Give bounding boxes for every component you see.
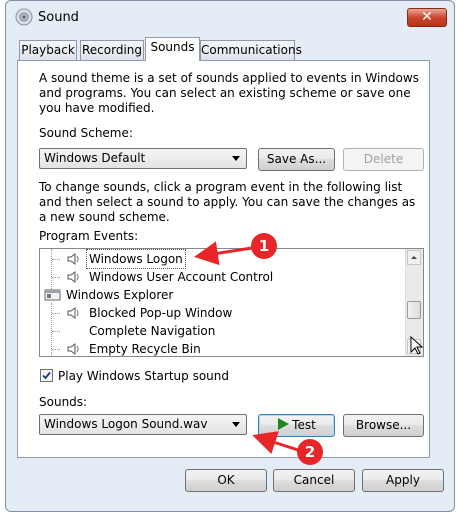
event-label: Windows Explorer [66,288,174,302]
startup-sound-checkbox[interactable] [40,369,53,382]
button-label: OK [217,473,235,487]
title-bar[interactable]: Sound ✕ [6,1,454,35]
apply-button[interactable]: Apply [362,469,444,492]
browse-button[interactable]: Browse... [343,414,424,437]
close-icon: ✕ [421,9,433,25]
sounds-label: Sounds: [39,395,88,409]
event-label: Complete Navigation [89,324,216,338]
list-item[interactable]: Empty Recycle Bin [40,340,400,356]
checkmark-icon [42,371,51,380]
speaker-icon [67,253,79,265]
dropdown-value: Windows Default [44,151,146,165]
list-item[interactable]: Windows Explorer [40,286,400,304]
annotation-badge-2: 2 [297,439,323,465]
button-label: Apply [386,473,420,487]
tab-label: Sounds [150,40,195,54]
ok-button[interactable]: OK [185,469,267,492]
speaker-icon [67,307,79,319]
tree-line [52,349,60,350]
tree-line [52,313,60,314]
chevron-down-icon [232,422,240,427]
mouse-cursor-icon [410,336,424,355]
sound-file-dropdown[interactable]: Windows Logon Sound.wav [39,414,247,435]
event-label: Windows Logon [86,249,186,269]
button-label: Delete [363,152,404,166]
list-item[interactable]: Complete Navigation [40,322,400,340]
test-button[interactable]: Test [258,414,335,437]
sound-scheme-dropdown[interactable]: Windows Default [39,148,247,169]
button-label: Test [292,418,316,432]
tree-line [52,259,60,260]
list-item[interactable]: Windows Logon [40,249,400,269]
tab-label: Communications [201,43,302,57]
tab-communications[interactable]: Communications [200,40,302,60]
event-label: Windows User Account Control [89,270,274,284]
speaker-app-icon [15,8,33,26]
tab-label: Recording [81,43,143,57]
program-events-list[interactable]: Windows Logon Windows User Account Contr… [39,248,424,357]
intro-text: A sound theme is a set of sounds applied… [39,71,419,115]
tab-label: Playback [21,43,75,57]
button-label: Cancel [293,473,335,487]
button-label: Browse... [355,418,412,432]
speaker-icon [67,343,79,355]
list-item[interactable]: Blocked Pop-up Window [40,304,400,322]
event-label: Empty Recycle Bin [89,342,201,356]
scroll-up-button[interactable] [407,250,421,265]
window-title: Sound [38,10,79,25]
tab-sounds[interactable]: Sounds [145,37,200,61]
speaker-icon [67,271,79,283]
save-as-button[interactable]: Save As... [258,148,335,171]
play-icon [278,418,290,430]
list-item[interactable]: Windows User Account Control [40,268,400,286]
button-label: Save As... [266,152,327,166]
explorer-window-icon [44,289,61,301]
program-events-label: Program Events: [39,229,139,243]
annotation-badge-1: 1 [251,233,277,259]
scroll-thumb[interactable] [407,301,421,319]
delete-button[interactable]: Delete [343,148,424,171]
tree-line [52,277,60,278]
sound-scheme-label: Sound Scheme: [39,126,133,140]
startup-sound-label[interactable]: Play Windows Startup sound [58,369,229,383]
tree-line [52,331,60,332]
event-label: Blocked Pop-up Window [89,306,233,320]
close-button[interactable]: ✕ [407,8,447,27]
cancel-button[interactable]: Cancel [273,469,355,492]
dropdown-value: Windows Logon Sound.wav [44,417,208,431]
tab-playback[interactable]: Playback [19,40,77,60]
tab-recording[interactable]: Recording [80,40,144,60]
instructions-text: To change sounds, click a program event … [39,180,416,224]
chevron-down-icon [232,156,240,161]
arrow-up-icon [411,256,417,259]
